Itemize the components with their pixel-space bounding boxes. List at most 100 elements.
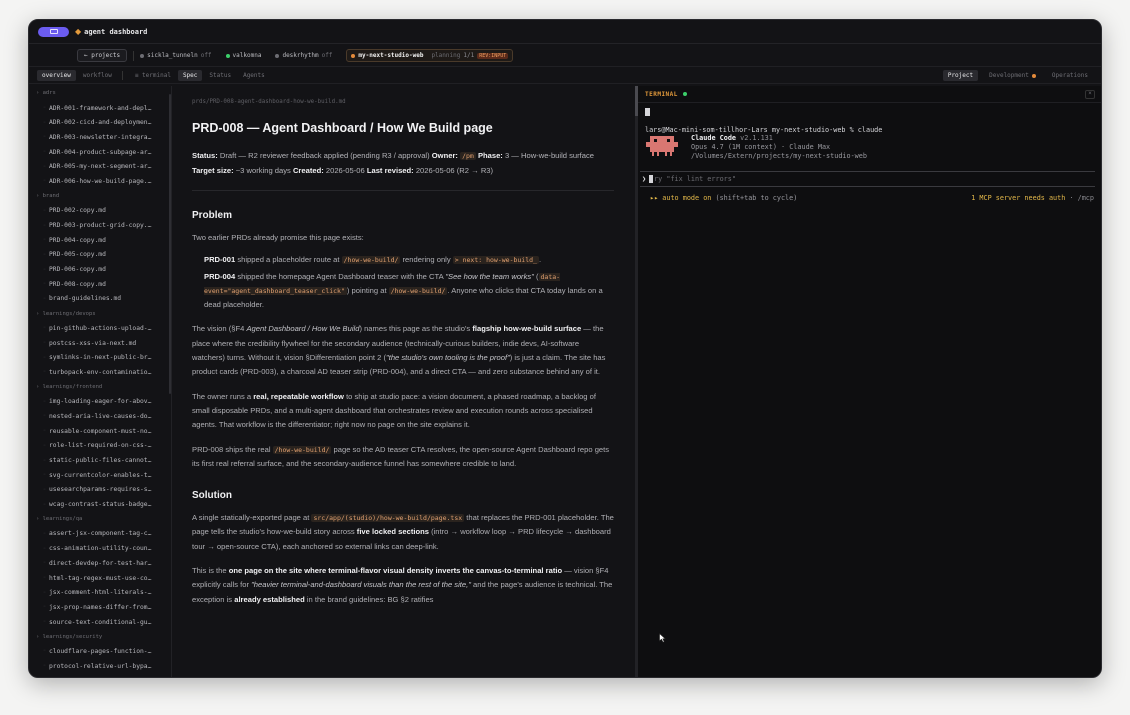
file-icon: ◦ xyxy=(43,178,47,185)
sidebar-file-item[interactable]: ◦ jsx-comment-html-literals-… xyxy=(29,585,171,600)
project-status: off xyxy=(321,52,333,59)
tab-project[interactable]: Project xyxy=(942,70,979,81)
sidebar-file-item[interactable]: ◦ nested-aria-live-causes-do… xyxy=(29,409,171,424)
sidebar-file-item[interactable]: ◦ PRD-006-copy.md xyxy=(29,262,171,277)
italic-text: "the studio's own tooling is the proof" xyxy=(386,353,510,363)
sidebar-file-item[interactable]: ◦ direct-devdep-for-test-har… xyxy=(29,556,171,571)
sidebar-file-item[interactable]: ◦ css-animation-utility-coun… xyxy=(29,541,171,556)
sidebar-file-item[interactable]: ◦typescript-template-litera… xyxy=(29,674,171,678)
mcp-status[interactable]: 1 MCP server needs auth · /mcp xyxy=(971,194,1094,202)
sidebar-file-item[interactable]: ◦ role-list-required-on-css-… xyxy=(29,439,171,454)
sidebar-file-item[interactable]: ◦ ADR-001-framework-and-depl… xyxy=(29,101,171,116)
sidebar-file-label: ADR-004-product-subpage-ar… xyxy=(49,148,152,156)
sidebar-file-item[interactable]: ◦ img-loading-eager-for-abov… xyxy=(29,394,171,409)
sidebar-file-item[interactable]: ◦ ADR-003-newsletter-integra… xyxy=(29,130,171,145)
tab-development[interactable]: Development xyxy=(984,70,1041,81)
sidebar-file-label: PRD-008-copy.md xyxy=(49,280,106,288)
sidebar-group[interactable]: › learnings/frontend xyxy=(29,380,171,395)
prompt-input[interactable]: ❯ ry "fix lint errors" xyxy=(640,171,1095,187)
sidebar-file-item[interactable]: ◦ pin-github-actions-upload-… xyxy=(29,321,171,336)
close-icon[interactable]: × xyxy=(1085,89,1095,99)
sidebar-scrollbar[interactable] xyxy=(169,94,171,394)
sidebar-file-item[interactable]: ◦ PRD-003-product-grid-copy.… xyxy=(29,218,171,233)
sidebar-file-item[interactable]: ◦ PRD-005-copy.md xyxy=(29,248,171,263)
sidebar-file-item[interactable]: ◦ PRD-008-copy.md xyxy=(29,277,171,292)
sidebar-file-item[interactable]: ◦ svg-currentcolor-enables-t… xyxy=(29,468,171,483)
file-icon: ◦ xyxy=(43,545,47,552)
mouse-pointer-icon xyxy=(659,633,666,643)
sidebar-file-item[interactable]: ◦ html-tag-regex-must-use-co… xyxy=(29,571,171,586)
file-icon: ◦ xyxy=(43,648,47,655)
project-fraction: 1/1 xyxy=(463,52,475,59)
sidebar-file-item[interactable]: ◦ PRD-004-copy.md xyxy=(29,233,171,248)
meta-label: Phase: xyxy=(477,151,503,160)
tab-status[interactable]: Status xyxy=(204,70,236,81)
prompt-placeholder: ry "fix lint errors" xyxy=(654,175,736,183)
sidebar-file-item[interactable]: ◦ protocol-relative-url-bypa… xyxy=(29,659,171,674)
file-icon: ◦ xyxy=(43,105,47,112)
sidebar-group[interactable]: › brand xyxy=(29,189,171,204)
sidebar-group[interactable]: › learnings/qa xyxy=(29,512,171,527)
file-icon: ◦ xyxy=(43,530,47,537)
tab-workflow[interactable]: workflow xyxy=(78,70,117,81)
tab-operations[interactable]: Operations xyxy=(1047,70,1093,81)
sidebar-file-item[interactable]: ◦ ADR-006-how-we-build-page.… xyxy=(29,174,171,189)
meta-label: Owner: xyxy=(431,151,458,160)
file-icon: ◦ xyxy=(43,457,47,464)
app-logo-icon[interactable] xyxy=(38,26,69,37)
project-tab-sickla[interactable]: sickla_tunneln off xyxy=(140,52,212,59)
sidebar-file-label: usesearchparams-requires-s… xyxy=(49,486,152,494)
meta-label: Last revised: xyxy=(366,165,414,175)
sidebar-file-item[interactable]: ◦ usesearchparams-requires-s… xyxy=(29,483,171,498)
sidebar-file-item[interactable]: ◦ brand-guidelines.md xyxy=(29,292,171,307)
paragraph: A single statically-exported page at src… xyxy=(192,511,614,554)
sidebar-group[interactable]: › learnings/security xyxy=(29,629,171,644)
doc-meta: Status: Draft — R2 reviewer feedback app… xyxy=(192,149,614,191)
sidebar-file-item[interactable]: ◦ jsx-prop-names-differ-from… xyxy=(29,600,171,615)
sidebar-file-item[interactable]: ◦ wcag-contrast-status-badge… xyxy=(29,497,171,512)
project-tab-label: my-next-studio-web xyxy=(358,52,424,59)
sidebar-group[interactable]: › adrs xyxy=(29,86,171,101)
sidebar-file-label: PRD-004-copy.md xyxy=(49,236,106,244)
sidebar-file-item[interactable]: ◦ source-text-conditional-gu… xyxy=(29,615,171,630)
status-dot-icon xyxy=(225,53,230,58)
project-phase: planning xyxy=(431,52,461,59)
project-tab-active[interactable]: my-next-studio-web planning 1/1 REV:INPUT xyxy=(346,49,514,62)
file-icon: ◦ xyxy=(43,149,47,156)
sidebar-file-item[interactable]: ◦ turbopack-env-contaminatio… xyxy=(29,365,171,380)
terminal-command: lars@Mac-mini-som-tillhor-Lars my-next-s… xyxy=(645,126,883,134)
sidebar-file-item[interactable]: ◦ assert-jsx-component-tag-c… xyxy=(29,527,171,542)
inline-code: /how-we-build/ xyxy=(388,286,448,295)
file-icon: ◦ xyxy=(43,266,47,273)
project-tab-deskrhythm[interactable]: deskrhythm off xyxy=(275,52,332,59)
meta-value: Draft — R2 reviewer feedback applied (pe… xyxy=(217,151,432,160)
sidebar-file-item[interactable]: ◦ PRD-002-copy.md xyxy=(29,204,171,219)
mcp-text: 1 MCP server needs auth xyxy=(971,194,1066,202)
sidebar-group[interactable]: › learnings/devops xyxy=(29,306,171,321)
sidebar-file-label: PRD-005-copy.md xyxy=(49,251,106,259)
paragraph: The vision (§F4 Agent Dashboard / How We… xyxy=(192,322,614,379)
text: A single statically-exported page at xyxy=(192,513,312,523)
tab-terminal[interactable]: ≡ terminal xyxy=(130,70,176,81)
doc-path: prds/PRD-008-agent-dashboard-how-we-buil… xyxy=(192,99,346,105)
sidebar-file-item[interactable]: ◦ postcss-xss-via-next.md xyxy=(29,336,171,351)
meta-value: ~3 working days xyxy=(233,165,293,175)
sidebar-file-item[interactable]: ◦ ADR-004-product-subpage-ar… xyxy=(29,145,171,160)
sidebar-file-item[interactable]: ◦ symlinks-in-next-public-br… xyxy=(29,350,171,365)
tab-agents[interactable]: Agents xyxy=(238,70,270,81)
tab-overview[interactable]: overview xyxy=(37,70,76,81)
tab-spec[interactable]: Spec xyxy=(177,70,203,81)
inline-code: src/app/(studio)/how-we-build/page.tsx xyxy=(311,514,465,523)
text: PRD-008 ships the real xyxy=(192,444,273,454)
sidebar-file-item[interactable]: ◦ static-public-files-cannot… xyxy=(29,453,171,468)
sidebar-file-item[interactable]: ◦ reusable-component-must-no… xyxy=(29,424,171,439)
sidebar-file-label: jsx-prop-names-differ-from… xyxy=(49,603,152,611)
projects-button[interactable]: ← projects xyxy=(77,49,128,62)
terminal-panel[interactable]: TERMINAL × lars@Mac-mini-som-tillhor-Lar… xyxy=(638,86,1101,677)
project-tab-valkomna[interactable]: valkomna xyxy=(225,52,261,59)
sidebar-file-item[interactable]: ◦ cloudflare-pages-function-… xyxy=(29,644,171,659)
sidebar-file-item[interactable]: ◦ ADR-005-my-next-segment-ar… xyxy=(29,159,171,174)
sidebar-file-label: static-public-files-cannot… xyxy=(49,457,152,465)
paragraph-prd004: PRD-004 shipped the homepage Agent Dashb… xyxy=(192,270,614,313)
sidebar-file-item[interactable]: ◦ ADR-002-cicd-and-deploymen… xyxy=(29,115,171,130)
